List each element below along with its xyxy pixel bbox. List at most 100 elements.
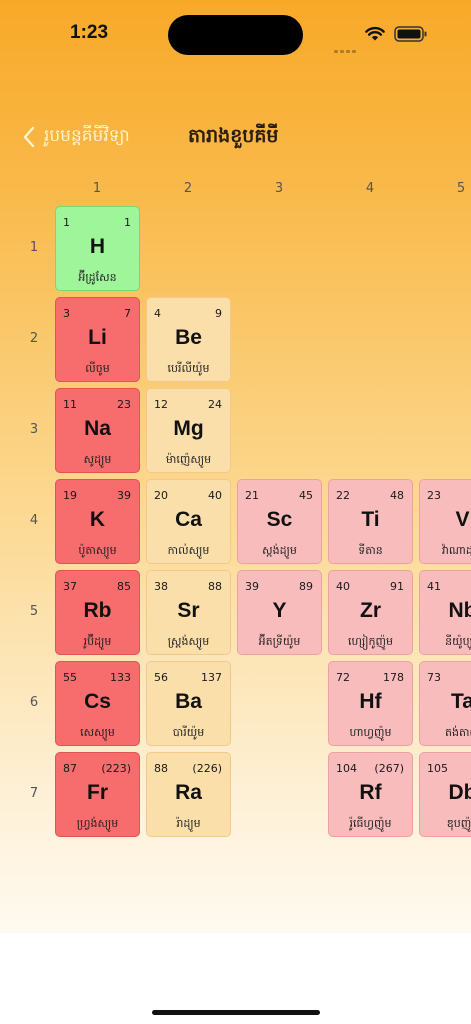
- element-name: លីចូម: [85, 362, 110, 375]
- element-cell-ti[interactable]: 22 48 Ti ទីតាន: [328, 479, 413, 564]
- atomic-mass: (226): [192, 762, 222, 775]
- back-button[interactable]: រូបមន្តគីមីវិទ្យា: [22, 124, 130, 150]
- element-cell-ca[interactable]: 20 40 Ca កាល់ស្យូម: [146, 479, 231, 564]
- atomic-mass: 133: [110, 671, 131, 684]
- atomic-number: 22: [336, 489, 350, 502]
- status-time: 1:23: [70, 22, 109, 43]
- element-cell-ta[interactable]: 73 Ta តង់តាល: [419, 661, 471, 746]
- element-name: សូដ្យូម: [83, 453, 112, 466]
- atomic-number: 87: [63, 762, 77, 775]
- atomic-mass: 40: [208, 489, 222, 502]
- atomic-mass: 89: [299, 580, 313, 593]
- element-name: នីយ៉ូប្យូម: [445, 635, 471, 648]
- element-name: ស្កង់ដ្យូម: [262, 544, 297, 557]
- atomic-number: 3: [63, 307, 70, 320]
- atomic-number: 104: [336, 762, 357, 775]
- element-cell-ra[interactable]: 88 (226) Ra រ៉ាដ្យូម: [146, 752, 231, 837]
- element-name: ហ្សៀកូញ៉ូម: [348, 635, 393, 648]
- wifi-icon: [365, 26, 385, 41]
- column-number: 4: [365, 181, 375, 196]
- element-name: ហាហ្វញ៉ូម: [349, 726, 392, 739]
- element-symbol: Sc: [266, 508, 293, 531]
- element-name: អ៊ីតទ្រីយ៉ូម: [258, 635, 301, 648]
- row-number: 6: [29, 695, 39, 710]
- atomic-mass: 91: [390, 580, 404, 593]
- row-number: 5: [29, 604, 39, 619]
- element-symbol: V: [455, 508, 470, 531]
- row-number: 1: [29, 240, 39, 255]
- status-bar: 1:23: [0, 0, 471, 70]
- element-cell-db[interactable]: 105 Db ឌុបញ៉ូម: [419, 752, 471, 837]
- element-name: ទីតាន: [358, 544, 383, 557]
- home-indicator[interactable]: [152, 1010, 320, 1015]
- element-cell-nb[interactable]: 41 Nb នីយ៉ូប្យូម: [419, 570, 471, 655]
- atomic-number: 38: [154, 580, 168, 593]
- column-number: 1: [92, 181, 102, 196]
- atomic-mass: 24: [208, 398, 222, 411]
- element-cell-h[interactable]: 1 1 H អ៊ីដ្រូសែន: [55, 206, 140, 291]
- element-symbol: Y: [272, 599, 287, 622]
- element-cell-sr[interactable]: 38 88 Sr ស្រ្តង់ស្យូម: [146, 570, 231, 655]
- row-number: 3: [29, 422, 39, 437]
- element-cell-cs[interactable]: 55 133 Cs សេស្យូម: [55, 661, 140, 746]
- atomic-mass: 9: [215, 307, 222, 320]
- element-symbol: Li: [88, 326, 107, 349]
- element-cell-sc[interactable]: 21 45 Sc ស្កង់ដ្យូម: [237, 479, 322, 564]
- atomic-number: 4: [154, 307, 161, 320]
- element-cell-be[interactable]: 4 9 Be បេរីលីយ៉ូម: [146, 297, 231, 382]
- atomic-mass: (267): [374, 762, 404, 775]
- element-name: ម៉ាញ៉េស្យូម: [165, 453, 212, 466]
- element-cell-y[interactable]: 39 89 Y អ៊ីតទ្រីយ៉ូម: [237, 570, 322, 655]
- atomic-mass: 7: [124, 307, 131, 320]
- element-symbol: Db: [448, 781, 471, 804]
- atomic-mass: 88: [208, 580, 222, 593]
- element-cell-zr[interactable]: 40 91 Zr ហ្សៀកូញ៉ូម: [328, 570, 413, 655]
- atomic-number: 105: [427, 762, 448, 775]
- element-cell-k[interactable]: 19 39 K ប៉ូតាស្យូម: [55, 479, 140, 564]
- element-cell-fr[interactable]: 87 (223) Fr ហ្វ្រង់ស្យូម: [55, 752, 140, 837]
- element-symbol: Rf: [359, 781, 382, 804]
- element-symbol: Hf: [359, 690, 382, 713]
- element-cell-li[interactable]: 3 7 Li លីចូម: [55, 297, 140, 382]
- atomic-mass: 85: [117, 580, 131, 593]
- element-name: ប៉ូតាស្យូម: [78, 544, 117, 557]
- element-name: ហ្វ្រង់ស្យូម: [76, 817, 119, 830]
- column-number: 2: [183, 181, 193, 196]
- element-symbol: H: [89, 235, 106, 258]
- element-cell-v[interactable]: 23 V វ៉ាណាដ្យូម: [419, 479, 471, 564]
- atomic-number: 73: [427, 671, 441, 684]
- atomic-number: 88: [154, 762, 168, 775]
- element-cell-rb[interactable]: 37 85 Rb រូប៊ីដ្យូម: [55, 570, 140, 655]
- atomic-number: 56: [154, 671, 168, 684]
- atomic-number: 37: [63, 580, 77, 593]
- element-symbol: K: [89, 508, 106, 531]
- element-symbol: Ta: [451, 690, 471, 713]
- row-number: 7: [29, 786, 39, 801]
- element-name: វ៉ាណាដ្យូម: [441, 544, 471, 557]
- element-cell-na[interactable]: 11 23 Na សូដ្យូម: [55, 388, 140, 473]
- element-cell-rf[interactable]: 104 (267) Rf រ៉ូធើហ្វញ៉ូម: [328, 752, 413, 837]
- page-title: តារាងខួបគីមី: [188, 125, 279, 147]
- chevron-left-icon: [23, 126, 35, 148]
- signal-dots-icon: [334, 38, 358, 57]
- element-cell-hf[interactable]: 72 178 Hf ហាហ្វញ៉ូម: [328, 661, 413, 746]
- element-name: ឌុបញ៉ូម: [446, 817, 471, 830]
- atomic-number: 55: [63, 671, 77, 684]
- element-symbol: Mg: [173, 417, 204, 440]
- navigation-bar: រូបមន្តគីមីវិទ្យា តារាងខួបគីមី: [0, 118, 471, 158]
- atomic-number: 19: [63, 489, 77, 502]
- element-symbol: Sr: [177, 599, 200, 622]
- row-number: 4: [29, 513, 39, 528]
- atomic-mass: 48: [390, 489, 404, 502]
- element-cell-mg[interactable]: 12 24 Mg ម៉ាញ៉េស្យូម: [146, 388, 231, 473]
- element-symbol: Be: [175, 326, 202, 349]
- atomic-mass: 1: [124, 216, 131, 229]
- element-cell-ba[interactable]: 56 137 Ba បារីយ៉ូម: [146, 661, 231, 746]
- element-name: រ៉ាដ្យូម: [176, 817, 201, 830]
- atomic-number: 72: [336, 671, 350, 684]
- atomic-mass: 178: [383, 671, 404, 684]
- atomic-mass: 45: [299, 489, 313, 502]
- column-number: 5: [456, 181, 466, 196]
- element-symbol: Ti: [361, 508, 380, 531]
- element-name: ស្រ្តង់ស្យូម: [167, 635, 210, 648]
